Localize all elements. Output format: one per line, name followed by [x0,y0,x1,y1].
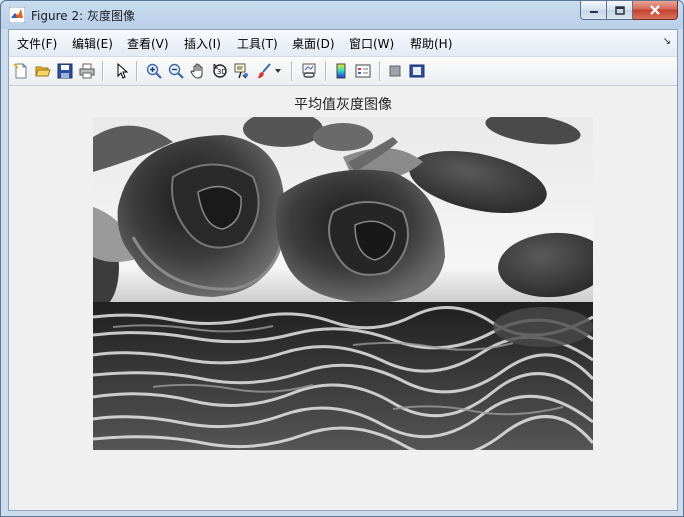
print-icon [79,63,95,79]
brush-button[interactable] [254,61,274,81]
save-icon [57,63,73,79]
insert-colorbar-button[interactable] [331,61,351,81]
link-plot-icon [302,63,316,78]
print-button[interactable] [77,61,97,81]
show-plot-tools-icon [409,64,425,78]
toolbar-separator [379,61,380,81]
toolbar-separator [291,61,292,81]
close-icon [650,5,660,15]
zoom-out-button[interactable] [166,61,186,81]
grayscale-rose-image [93,117,593,450]
minimize-icon [589,11,598,13]
menu-tools[interactable]: 工具(T) [237,35,278,52]
colorbar-icon [336,63,346,79]
rotate-3d-icon: 3D [213,63,227,78]
toolbar-separator [325,61,326,81]
zoom-in-button[interactable] [144,61,164,81]
menu-bar: 文件(F) 编辑(E) 查看(V) 插入(I) 工具(T) 桌面(D) 窗口(W… [9,30,677,57]
show-plot-tools-button[interactable] [407,61,427,81]
close-button[interactable] [633,1,678,20]
open-file-icon [35,66,51,77]
menu-file[interactable]: 文件(F) [17,35,57,52]
pointer-icon [117,63,129,79]
hide-plot-tools-button[interactable] [385,61,405,81]
data-cursor-button[interactable] [232,61,252,81]
zoom-in-icon [146,63,162,79]
open-file-button[interactable] [33,61,53,81]
maximize-button[interactable] [607,1,633,20]
legend-icon [355,64,371,78]
hide-plot-tools-icon [389,65,401,77]
svg-text:3D: 3D [217,68,227,76]
rotate-3d-button[interactable]: 3D [210,61,230,81]
zoom-out-icon [168,63,184,79]
pan-button[interactable] [188,61,208,81]
figure-window: Figure 2: 灰度图像 文件(F) 编辑(E) 查看(V) 插入(I) 工… [0,0,684,517]
menu-help[interactable]: 帮助(H) [410,35,452,52]
figure-toolbar: 3D [9,57,677,86]
toolbar-separator [102,61,103,81]
save-button[interactable] [55,61,75,81]
new-figure-icon [13,63,27,79]
axes-title: 平均值灰度图像 [294,97,392,113]
toolbar-separator [136,61,137,81]
figure-canvas: 平均值灰度图像 [9,86,677,510]
menu-edit[interactable]: 编辑(E) [72,35,113,52]
brush-dropdown-button[interactable] [273,61,283,81]
figure-client-area: 文件(F) 编辑(E) 查看(V) 插入(I) 工具(T) 桌面(D) 窗口(W… [8,29,678,511]
brush-dropdown-icon [275,69,281,73]
link-plot-button[interactable] [299,61,319,81]
new-figure-button[interactable] [11,61,31,81]
window-title: Figure 2: 灰度图像 [31,9,135,23]
brush-icon [257,63,271,79]
maximize-icon [614,5,625,15]
menu-view[interactable]: 查看(V) [127,35,169,52]
edit-plot-button[interactable] [111,61,131,81]
menu-window[interactable]: 窗口(W) [349,35,394,52]
menu-desktop[interactable]: 桌面(D) [292,35,335,52]
minimize-button[interactable] [580,1,607,20]
data-cursor-icon [234,63,248,79]
menubar-overflow-icon[interactable]: ↘ [663,36,671,47]
insert-legend-button[interactable] [353,61,373,81]
pan-icon [190,63,203,79]
title-bar[interactable]: Figure 2: 灰度图像 [1,1,683,29]
menu-insert[interactable]: 插入(I) [184,35,221,52]
matlab-logo-icon [9,7,25,23]
